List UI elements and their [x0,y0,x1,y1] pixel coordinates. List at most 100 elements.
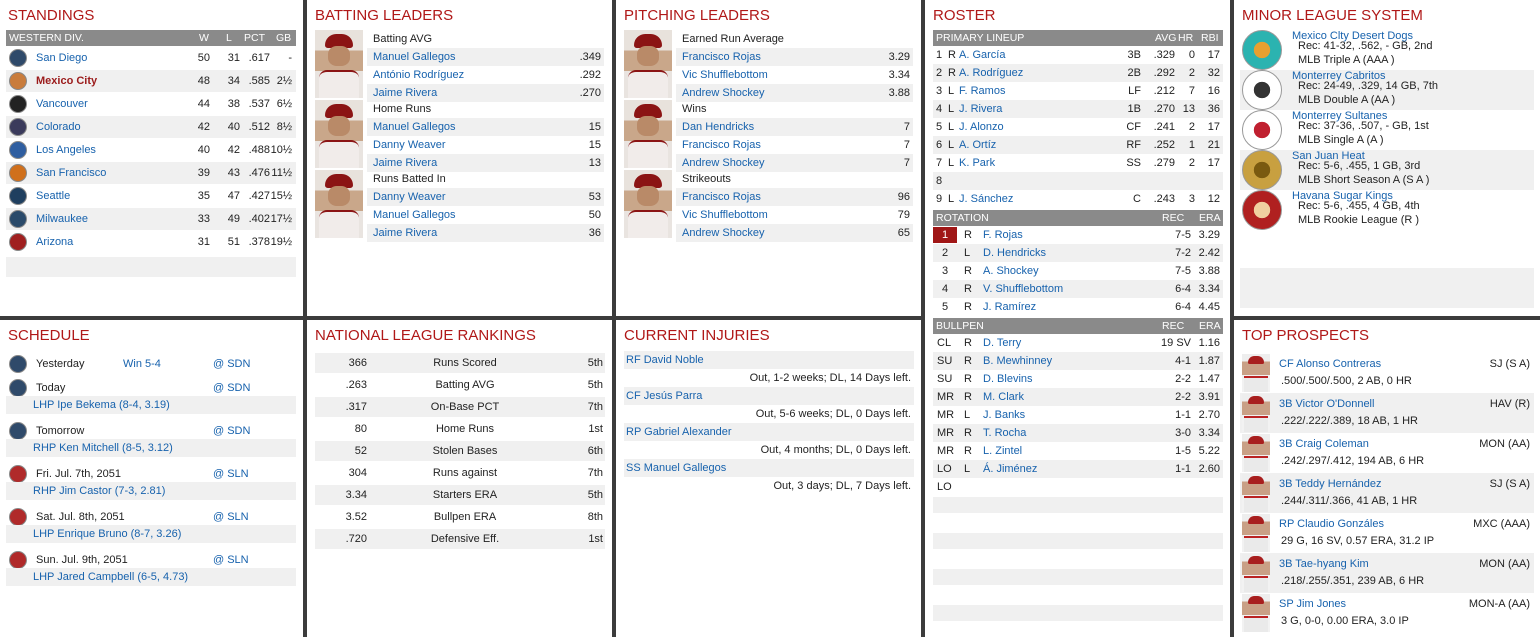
team-name[interactable]: Milwaukee [36,208,88,230]
standings-row[interactable]: Colorado 42 40 .512 8½ [6,116,296,138]
team-name[interactable]: San Diego [36,47,87,69]
prospect-row[interactable]: RP Claudio Gonzáles MXC (AAA) 29 G, 16 SV,… [1240,513,1534,553]
prospect-name[interactable]: 3B Tae-hyang Kim [1279,556,1369,572]
minor-team-row[interactable]: Monterrey Sultanes Rec: 37-36, .507, - GB… [1240,110,1534,150]
injured-player[interactable]: RF David Noble [624,351,914,369]
rotation-row[interactable]: 4 R V. Shufflebottom 6-4 3.34 [933,280,1223,298]
pitcher-name[interactable]: J. Banks [983,406,1025,424]
rotation-row[interactable]: 2 L D. Hendricks 7-2 2.42 [933,244,1223,262]
standings-row[interactable]: Vancouver 44 38 .537 6½ [6,93,296,115]
player-name[interactable]: F. Ramos [959,82,1005,100]
bullpen-row[interactable]: LO [933,478,1223,496]
prospect-name[interactable]: SP Jim Jones [1279,596,1346,612]
prospect-row[interactable]: 3B Tae-hyang Kim MON (AA) .218/.255/.351, … [1240,553,1534,593]
minor-team-row[interactable]: Mexico Clty Desert Dogs Rec: 41-32, .562,… [1240,30,1534,70]
schedule-game-row[interactable]: Yesterday Win 5-4 @ SDN [6,353,296,375]
prospect-name[interactable]: 3B Victor O'Donnell [1279,396,1374,412]
prospect-name[interactable]: CF Alonso Contreras [1279,356,1381,372]
pitcher-name[interactable]: Á. Jiménez [983,460,1037,478]
leader-name[interactable]: Jaime Rivera [373,84,437,102]
prospect-row[interactable]: 3B Teddy Hernández SJ (S A) .244/.311/.366… [1240,473,1534,513]
leader-name[interactable]: Manuel Gallegos [373,206,456,224]
bullpen-row[interactable]: MR R T. Rocha 3-0 3.34 [933,424,1223,442]
lineup-row[interactable]: 4 L J. Rivera 1B .270 13 36 [933,100,1223,118]
team-name[interactable]: Mexico City [36,70,97,92]
standings-row[interactable]: San Diego 50 31 .617 - [6,47,296,69]
standings-row[interactable]: Seattle 35 47 .427 15½ [6,185,296,207]
leader-name[interactable]: Jaime Rivera [373,224,437,242]
player-name[interactable]: A. García [959,46,1005,64]
leader-name[interactable]: Vic Shufflebottom [682,206,768,224]
probable-pitcher[interactable]: LHP Jared Campbell (6-5, 4.73) [6,568,296,586]
standings-row[interactable]: San Francisco 39 43 .476 11½ [6,162,296,184]
leader-name[interactable]: Danny Weaver [373,188,446,206]
pitcher-name[interactable]: A. Shockey [983,262,1039,280]
prospect-row[interactable]: 3B Victor O'Donnell HAV (R) .222/.222/.389… [1240,393,1534,433]
standings-row[interactable]: Mexico City 48 34 .585 2½ [6,70,296,92]
bullpen-row[interactable]: MR R M. Clark 2-2 3.91 [933,388,1223,406]
leader-name[interactable]: Francisco Rojas [682,136,761,154]
prospect-name[interactable]: RP Claudio Gonzáles [1279,516,1384,532]
player-name[interactable]: K. Park [959,154,995,172]
probable-pitcher[interactable]: LHP Ipe Bekema (8-4, 3.19) [6,396,296,414]
injured-player[interactable]: RP Gabriel Alexander [624,423,914,441]
lineup-row[interactable]: 1 R A. García 3B .329 0 17 [933,46,1223,64]
leader-name[interactable]: Manuel Gallegos [373,118,456,136]
lineup-row[interactable]: 8 [933,172,1223,190]
leader-name[interactable]: Francisco Rojas [682,48,761,66]
leader-name[interactable]: Vic Shufflebottom [682,66,768,84]
prospect-row[interactable]: CF Alonso Contreras SJ (S A) .500/.500/.50… [1240,353,1534,393]
lineup-row[interactable]: 5 L J. Alonzo CF .241 2 17 [933,118,1223,136]
prospect-row[interactable]: 3B Craig Coleman MON (AA) .242/.297/.412, … [1240,433,1534,473]
probable-pitcher[interactable]: LHP Enrique Bruno (8-7, 3.26) [6,525,296,543]
bullpen-row[interactable]: CL R D. Terry 19 SV 1.16 [933,334,1223,352]
prospect-name[interactable]: 3B Teddy Hernández [1279,476,1382,492]
minor-team-row[interactable]: Monterrey Cabritos Rec: 24-49, .329, 14 G… [1240,70,1534,110]
bullpen-row[interactable]: MR L J. Banks 1-1 2.70 [933,406,1223,424]
pitcher-name[interactable]: D. Terry [983,334,1021,352]
game-result[interactable]: Win 5-4 [123,353,161,375]
injured-player[interactable]: CF Jesús Parra [624,387,914,405]
lineup-row[interactable]: 9 L J. Sánchez C .243 3 12 [933,190,1223,208]
leader-name[interactable]: Andrew Shockey [682,224,765,242]
bullpen-row[interactable]: SU R B. Mewhinney 4-1 1.87 [933,352,1223,370]
standings-row[interactable]: Milwaukee 33 49 .402 17½ [6,208,296,230]
pitcher-name[interactable]: J. Ramírez [983,298,1036,316]
minor-team-row[interactable]: Havana Sugar Kings Rec: 5-6, .455, 4 GB, … [1240,190,1534,230]
pitcher-name[interactable]: M. Clark [983,388,1024,406]
minor-team-row[interactable]: San Juan Heat Rec: 5-6, .455, 1 GB, 3rd ML… [1240,150,1534,190]
injured-player[interactable]: SS Manuel Gallegos [624,459,914,477]
team-name[interactable]: Los Angeles [36,139,96,161]
leader-name[interactable]: Andrew Shockey [682,154,765,172]
pitcher-name[interactable]: D. Blevins [983,370,1033,388]
standings-row[interactable]: Los Angeles 40 42 .488 10½ [6,139,296,161]
game-opponent[interactable]: @ SDN [213,353,250,375]
pitcher-name[interactable]: V. Shufflebottom [983,280,1063,298]
player-name[interactable]: J. Rivera [959,100,1002,118]
team-name[interactable]: Seattle [36,185,70,207]
leader-name[interactable]: Andrew Shockey [682,84,765,102]
leader-name[interactable]: Jaime Rivera [373,154,437,172]
team-name[interactable]: Colorado [36,116,81,138]
bullpen-row[interactable]: SU R D. Blevins 2-2 1.47 [933,370,1223,388]
pitcher-name[interactable]: F. Rojas [983,226,1023,244]
player-name[interactable]: J. Alonzo [959,118,1004,136]
pitcher-name[interactable]: T. Rocha [983,424,1026,442]
team-name[interactable]: Arizona [36,231,73,253]
lineup-row[interactable]: 3 L F. Ramos LF .212 7 16 [933,82,1223,100]
pitcher-name[interactable]: D. Hendricks [983,244,1046,262]
pitcher-name[interactable]: B. Mewhinney [983,352,1052,370]
leader-name[interactable]: Dan Hendricks [682,118,754,136]
probable-pitcher[interactable]: RHP Jim Castor (7-3, 2.81) [6,482,296,500]
prospect-name[interactable]: 3B Craig Coleman [1279,436,1369,452]
player-name[interactable]: A. Rodríguez [959,64,1023,82]
bullpen-row[interactable]: MR R L. Zintel 1-5 5.22 [933,442,1223,460]
lineup-row[interactable]: 7 L K. Park SS .279 2 17 [933,154,1223,172]
rotation-row[interactable]: 3 R A. Shockey 7-5 3.88 [933,262,1223,280]
leader-name[interactable]: António Rodríguez [373,66,464,84]
pitcher-name[interactable]: L. Zintel [983,442,1022,460]
probable-pitcher[interactable]: RHP Ken Mitchell (8-5, 3.12) [6,439,296,457]
rotation-row[interactable]: 5 R J. Ramírez 6-4 4.45 [933,298,1223,316]
player-name[interactable]: A. Ortíz [959,136,996,154]
leader-name[interactable]: Francisco Rojas [682,188,761,206]
